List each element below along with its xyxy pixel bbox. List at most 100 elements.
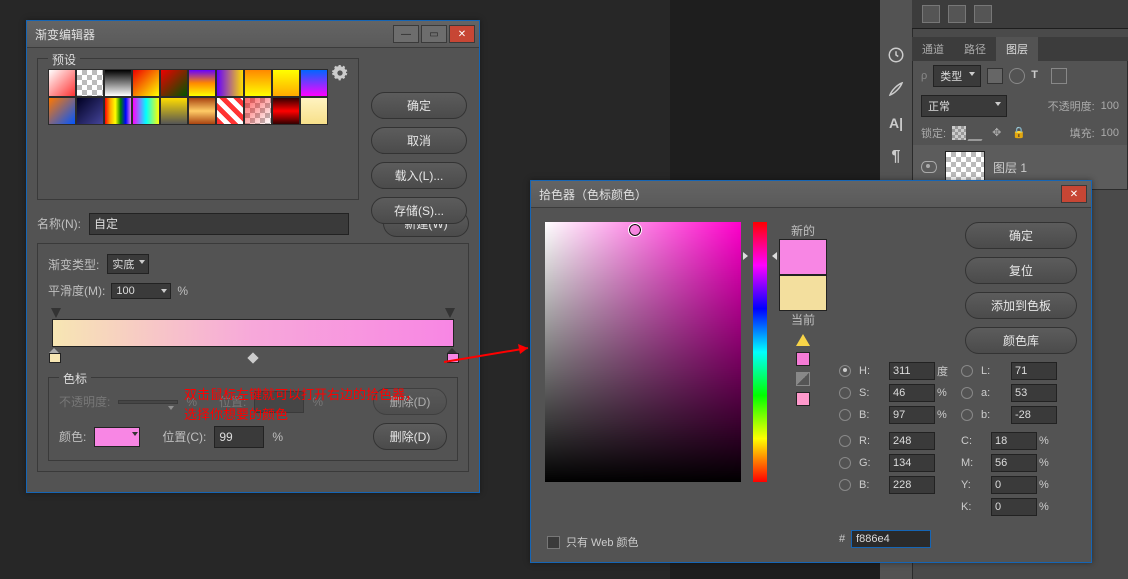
tab-paths[interactable]: 路径 [954,37,996,61]
character-panel-icon[interactable]: A| [887,114,905,132]
websafe-swatch[interactable] [796,392,810,406]
preset-swatch[interactable] [300,69,328,97]
lock-brush-icon[interactable] [967,125,990,141]
b2-input[interactable] [1011,406,1057,424]
h-input[interactable] [889,362,935,380]
load-button[interactable]: 载入(L)... [371,162,467,189]
window-maximize-button[interactable]: ▭ [421,25,447,43]
tab-layers[interactable]: 图层 [996,37,1038,61]
preset-swatch[interactable] [216,97,244,125]
color-picker-titlebar[interactable]: 拾色器（色标颜色） ✕ [531,181,1091,208]
gamut-swatch[interactable] [796,352,810,366]
blend-mode-select[interactable]: 正常 [921,95,1007,117]
ok-button[interactable]: 确定 [371,92,467,119]
window-minimize-button[interactable]: — [393,25,419,43]
filter-type-icon[interactable]: T [1031,69,1045,83]
window-close-button[interactable]: ✕ [449,25,475,43]
preset-swatch[interactable] [104,97,132,125]
hex-input[interactable] [851,530,931,548]
opacity-value[interactable]: 100 [1101,100,1119,112]
r-input[interactable] [889,432,935,450]
preset-swatch[interactable] [272,69,300,97]
radio-l[interactable] [961,365,973,377]
lock-pixels-icon[interactable] [952,126,966,140]
opacity-stop-left[interactable] [51,308,61,318]
gradient-editor-titlebar[interactable]: 渐变编辑器 — ▭ ✕ [27,21,479,48]
radio-g[interactable] [839,457,851,469]
midpoint-diamond[interactable] [247,352,258,363]
a-input[interactable] [1011,384,1057,402]
s-input[interactable] [889,384,935,402]
web-only-checkbox[interactable] [547,536,560,549]
preset-swatch[interactable] [48,69,76,97]
stop-color-swatch[interactable] [94,427,140,447]
preset-swatch[interactable] [216,69,244,97]
gradient-name-input[interactable] [89,213,349,235]
b-input[interactable] [889,406,935,424]
preset-swatch[interactable] [244,69,272,97]
preset-swatch[interactable] [48,97,76,125]
bc-input[interactable] [889,476,935,494]
preset-swatch[interactable] [300,97,328,125]
preset-swatch[interactable] [132,97,160,125]
lock-position-icon[interactable]: ✥ [992,126,1006,140]
panel-swatch-2[interactable] [948,5,966,23]
layer-filter-kind[interactable]: 类型 [933,65,981,87]
preset-swatch[interactable] [104,69,132,97]
l-input[interactable] [1011,362,1057,380]
cancel-button[interactable]: 取消 [371,127,467,154]
visibility-eye-icon[interactable] [921,161,937,173]
stop-color-position-input[interactable] [214,426,264,448]
smoothness-input[interactable]: 100 [111,283,171,299]
gamut-warning-icon[interactable] [796,334,810,346]
color-libraries-button[interactable]: 颜色库 [965,327,1077,354]
gear-icon[interactable] [332,65,348,81]
m-input[interactable] [991,454,1037,472]
panel-swatch-1[interactable] [922,5,940,23]
layer-thumbnail[interactable] [945,151,985,183]
radio-b2[interactable] [961,409,973,421]
save-button[interactable]: 存储(S)... [371,197,467,224]
radio-s[interactable] [839,387,851,399]
preset-swatch[interactable] [160,97,188,125]
gradient-ramp[interactable] [52,319,454,347]
y-input[interactable] [991,476,1037,494]
preset-swatch[interactable] [272,97,300,125]
lock-all-icon[interactable]: 🔒 [1012,126,1026,140]
preset-swatch[interactable] [188,97,216,125]
panel-swatch-3[interactable] [974,5,992,23]
preset-swatch[interactable] [76,69,104,97]
radio-h[interactable] [839,365,851,377]
c-input[interactable] [991,432,1037,450]
color-stop-left[interactable] [49,348,59,358]
preset-swatch[interactable] [244,97,272,125]
reset-button[interactable]: 复位 [965,257,1077,284]
filter-adjust-icon[interactable] [1009,68,1025,84]
history-icon[interactable] [887,46,905,64]
add-to-swatches-button[interactable]: 添加到色板 [965,292,1077,319]
radio-a[interactable] [961,387,973,399]
tab-channels[interactable]: 通道 [912,37,954,61]
window-close-button[interactable]: ✕ [1061,185,1087,203]
filter-image-icon[interactable] [987,68,1003,84]
brush-icon[interactable] [887,80,905,98]
preset-swatch[interactable] [132,69,160,97]
g-input[interactable] [889,454,935,472]
preset-swatch[interactable] [160,69,188,97]
delete-color-stop-button[interactable]: 删除(D) [373,423,447,450]
filter-shape-icon[interactable] [1051,68,1067,84]
hue-slider[interactable] [753,222,767,482]
radio-r[interactable] [839,435,851,447]
sv-cursor[interactable] [629,224,641,236]
opacity-stop-right[interactable] [445,308,455,318]
fill-value[interactable]: 100 [1101,127,1119,139]
ok-button[interactable]: 确定 [965,222,1077,249]
saturation-value-field[interactable] [545,222,741,482]
websafe-cube-icon[interactable] [796,372,810,386]
radio-b[interactable] [839,409,851,421]
paragraph-panel-icon[interactable]: ¶ [887,148,905,166]
preset-swatch[interactable] [188,69,216,97]
preset-swatch[interactable] [76,97,104,125]
radio-bc[interactable] [839,479,851,491]
gradient-type-select[interactable]: 实底 [107,254,149,274]
